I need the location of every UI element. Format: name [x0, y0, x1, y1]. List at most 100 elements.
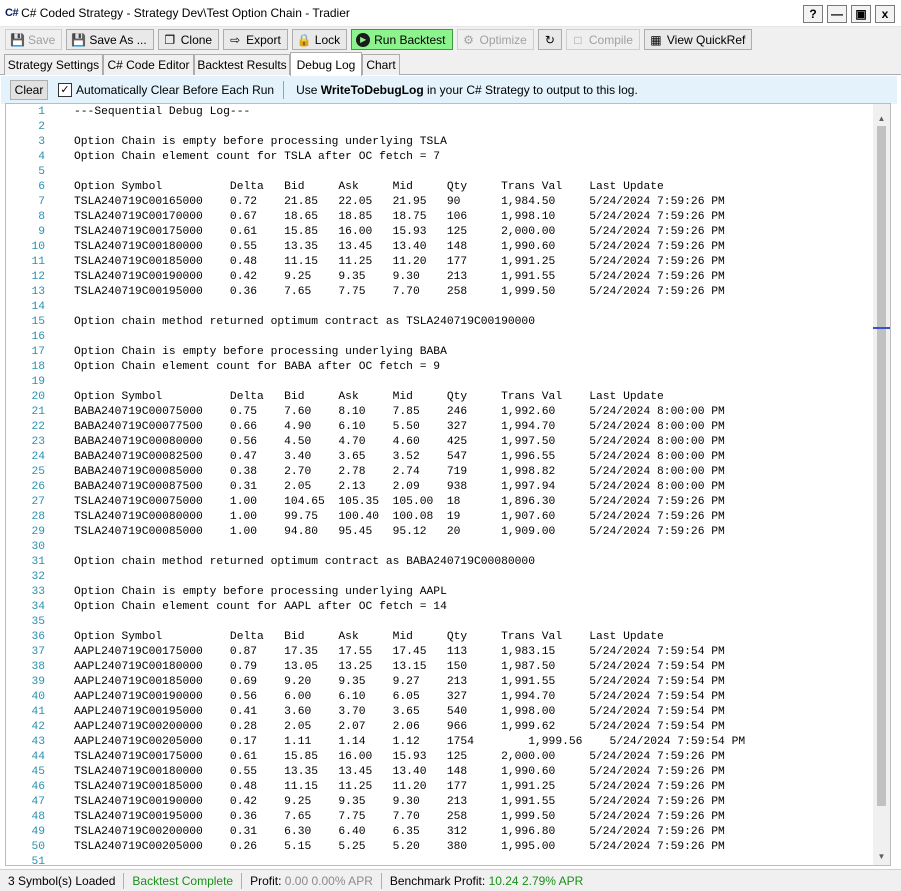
export-label: Export [246, 32, 281, 47]
auto-clear-checkbox[interactable]: ✓ [58, 83, 72, 97]
line-number: 43 [31, 736, 45, 748]
log-line-text: TSLA240719C00075000 1.00 104.65 105.35 1… [74, 496, 725, 508]
scroll-down-icon[interactable]: ▼ [873, 849, 890, 865]
line-number: 9 [38, 226, 45, 238]
log-line: 36 Option Symbol Delta Bid Ask Mid Qty Tr… [6, 630, 874, 645]
log-line: 5 [6, 165, 874, 180]
log-line: 29 TSLA240719C00085000 1.00 94.80 95.45 9… [6, 525, 874, 540]
clone-button[interactable]: ❐ Clone [157, 29, 220, 50]
optimize-button[interactable]: ⚙ Optimize [456, 29, 534, 50]
log-line-text: AAPL240719C00190000 0.56 6.00 6.10 6.05 … [74, 691, 725, 703]
refresh-button[interactable]: ↻ [537, 29, 562, 50]
save-label: Save [28, 32, 56, 47]
log-line: 20 Option Symbol Delta Bid Ask Mid Qty Tr… [6, 390, 874, 405]
line-number: 18 [31, 361, 45, 373]
tab-code-editor[interactable]: C# Code Editor [103, 54, 194, 75]
log-line: 33 Option Chain is empty before processin… [6, 585, 874, 600]
line-number: 37 [31, 646, 45, 658]
window-title: C# Coded Strategy - Strategy Dev\Test Op… [21, 6, 350, 20]
toolbar: 💾 Save 💾 Save As ... ❐ Clone ⇨ Export 🔒 … [0, 27, 901, 52]
compile-label: Compile [588, 32, 633, 47]
line-number: 2 [38, 121, 45, 133]
play-icon: ▶ [356, 32, 371, 47]
log-line: 10 TSLA240719C00180000 0.55 13.35 13.45 1… [6, 240, 874, 255]
log-line-text: TSLA240719C00175000 0.61 15.85 16.00 15.… [74, 751, 725, 763]
minimize-button[interactable]: — [827, 5, 847, 23]
line-number: 22 [31, 421, 45, 433]
log-line-text: TSLA240719C00195000 0.36 7.65 7.75 7.70 … [74, 286, 725, 298]
export-button[interactable]: ⇨ Export [223, 29, 288, 50]
log-line: 4 Option Chain element count for TSLA aft… [6, 150, 874, 165]
line-number: 47 [31, 796, 45, 808]
clone-label: Clone [180, 32, 213, 47]
run-backtest-button[interactable]: ▶ Run Backtest [351, 29, 453, 50]
log-line: 15 Option chain method returned optimum c… [6, 315, 874, 330]
debug-log-view[interactable]: 1 ---Sequential Debug Log--- 2 3 Option Chai… [5, 103, 891, 866]
clear-button[interactable]: Clear [10, 80, 48, 100]
log-line: 26 BABA240719C00087500 0.31 2.05 2.13 2.0… [6, 480, 874, 495]
log-line: 38 AAPL240719C00180000 0.79 13.05 13.25 1… [6, 660, 874, 675]
line-number: 27 [31, 496, 45, 508]
log-line: 42 AAPL240719C00200000 0.28 2.05 2.07 2.0… [6, 720, 874, 735]
log-line: 45 TSLA240719C00180000 0.55 13.35 13.45 1… [6, 765, 874, 780]
log-line: 19 [6, 375, 874, 390]
line-number: 40 [31, 691, 45, 703]
scroll-up-icon[interactable]: ▲ [873, 111, 890, 127]
hint-method: WriteToDebugLog [320, 83, 424, 97]
log-line: 27 TSLA240719C00075000 1.00 104.65 105.35… [6, 495, 874, 510]
log-line-text: AAPL240719C00205000 0.17 1.11 1.14 1.12 … [74, 736, 746, 748]
tab-debug-log[interactable]: Debug Log [290, 52, 362, 76]
log-line: 47 TSLA240719C00190000 0.42 9.25 9.35 9.3… [6, 795, 874, 810]
line-number: 16 [31, 331, 45, 343]
log-line: 12 TSLA240719C00190000 0.42 9.25 9.35 9.3… [6, 270, 874, 285]
log-line: 37 AAPL240719C00175000 0.87 17.35 17.55 1… [6, 645, 874, 660]
log-line: 34 Option Chain element count for AAPL af… [6, 600, 874, 615]
log-line-text: TSLA240719C00195000 0.36 7.65 7.75 7.70 … [74, 811, 725, 823]
log-line-text: AAPL240719C00195000 0.41 3.60 3.70 3.65 … [74, 706, 725, 718]
line-number: 11 [31, 256, 45, 268]
line-number: 42 [31, 721, 45, 733]
log-line: 8 TSLA240719C00170000 0.67 18.65 18.85 18… [6, 210, 874, 225]
log-line: 21 BABA240719C00075000 0.75 7.60 8.10 7.8… [6, 405, 874, 420]
maximize-button[interactable]: ▣ [851, 5, 871, 23]
scrollbar-thumb[interactable] [877, 126, 886, 806]
line-number: 6 [38, 181, 45, 193]
log-line: 32 [6, 570, 874, 585]
tab-backtest-results[interactable]: Backtest Results [194, 54, 290, 75]
log-line: 18 Option Chain element count for BABA af… [6, 360, 874, 375]
line-number: 17 [31, 346, 45, 358]
line-number: 5 [38, 166, 45, 178]
log-line: 25 BABA240719C00085000 0.38 2.70 2.78 2.7… [6, 465, 874, 480]
help-button[interactable]: ? [803, 5, 823, 23]
log-line-text: Option Chain element count for BABA afte… [74, 361, 441, 373]
log-line: 35 [6, 615, 874, 630]
optimize-label: Optimize [479, 32, 527, 47]
compile-button[interactable]: □ Compile [565, 29, 640, 50]
log-line-text: BABA240719C00075000 0.75 7.60 8.10 7.85 … [74, 406, 725, 418]
log-line-text: TSLA240719C00185000 0.48 11.15 11.25 11.… [74, 781, 725, 793]
log-line-text: Option chain method returned optimum con… [74, 556, 535, 568]
auto-clear-label[interactable]: Automatically Clear Before Each Run [76, 83, 274, 97]
save-button[interactable]: 💾 Save [5, 29, 63, 50]
vertical-scrollbar[interactable]: ▲ ▼ [873, 104, 890, 865]
log-line: 39 AAPL240719C00185000 0.69 9.20 9.35 9.2… [6, 675, 874, 690]
close-button[interactable]: x [875, 5, 895, 23]
copy-icon: ❐ [164, 32, 176, 47]
title-bar: C# C# Coded Strategy - Strategy Dev\Test… [0, 0, 901, 27]
hint-suffix: in your C# Strategy to output to this lo… [423, 83, 638, 97]
log-line-text: TSLA240719C00175000 0.61 15.85 16.00 15.… [74, 226, 725, 238]
save-as-button[interactable]: 💾 Save As ... [66, 29, 154, 50]
view-quickref-button[interactable]: ▦ View QuickRef [643, 29, 753, 50]
log-line: 2 [6, 120, 874, 135]
lock-button[interactable]: 🔒 Lock [291, 29, 348, 50]
log-line: 28 TSLA240719C00080000 1.00 99.75 100.40 … [6, 510, 874, 525]
log-line-text: AAPL240719C00200000 0.28 2.05 2.07 2.06 … [74, 721, 725, 733]
line-number: 39 [31, 676, 45, 688]
tab-strategy-settings[interactable]: Strategy Settings [4, 54, 103, 75]
log-line-text: BABA240719C00080000 0.56 4.50 4.70 4.60 … [74, 436, 725, 448]
tab-chart[interactable]: Chart [362, 54, 400, 75]
line-number: 4 [38, 151, 45, 163]
separator [283, 81, 285, 99]
view-quickref-label: View QuickRef [666, 32, 746, 47]
floppy-disk-icon: 💾 [10, 32, 25, 47]
